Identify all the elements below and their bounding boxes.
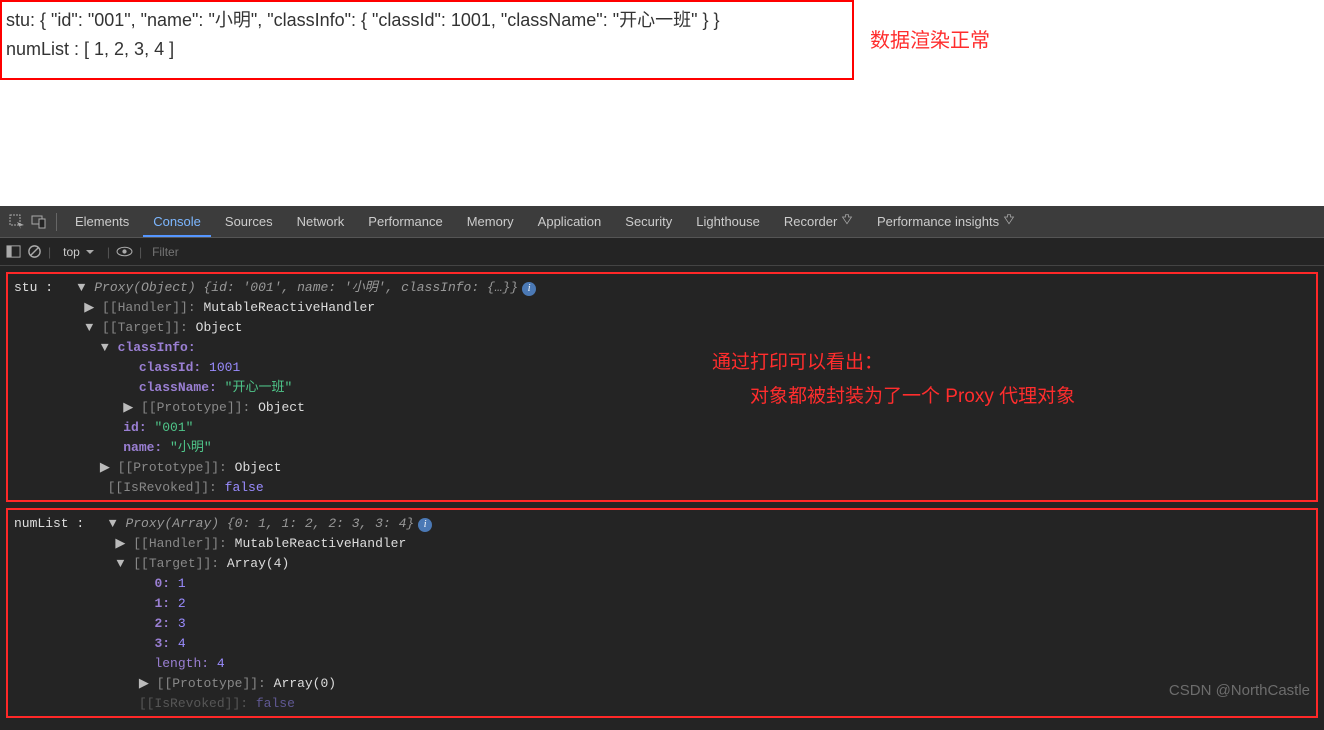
console-body: stu : ▼ Proxy(Object) {id: '001', name: …: [0, 266, 1324, 730]
page-output: stu: { "id": "001", "name": "小明", "class…: [0, 0, 854, 80]
toggle-sidebar-icon[interactable]: [6, 244, 21, 259]
info-icon[interactable]: i: [522, 282, 536, 296]
tab-security[interactable]: Security: [615, 206, 682, 237]
page-output-line1: stu: { "id": "001", "name": "小明", "class…: [6, 6, 848, 35]
separator: [56, 213, 57, 231]
inspect-icon[interactable]: [8, 213, 26, 231]
watermark: CSDN @NorthCastle: [1169, 682, 1310, 699]
console-entry-stu: stu : ▼ Proxy(Object) {id: '001', name: …: [6, 272, 1318, 502]
tab-elements[interactable]: Elements: [65, 206, 139, 237]
console-entry-numlist: numList : ▼ Proxy(Array) {0: 1, 1: 2, 2:…: [6, 508, 1318, 718]
tab-memory[interactable]: Memory: [457, 206, 524, 237]
tab-application[interactable]: Application: [528, 206, 612, 237]
annotation-render-ok: 数据渲染正常: [870, 24, 990, 53]
devtools-tabbar: Elements Console Sources Network Perform…: [0, 206, 1324, 238]
devtools-panel: Elements Console Sources Network Perform…: [0, 206, 1324, 709]
separator: |: [139, 245, 142, 259]
tab-network[interactable]: Network: [287, 206, 355, 237]
clear-console-icon[interactable]: [27, 244, 42, 259]
annotation-proxy-note: 通过打印可以看出： 对象都被封装为了一个 Proxy 代理对象: [712, 346, 1075, 414]
tab-sources[interactable]: Sources: [215, 206, 283, 237]
separator: |: [107, 245, 110, 259]
context-selector[interactable]: top: [57, 243, 101, 261]
tab-performance[interactable]: Performance: [358, 206, 452, 237]
separator: |: [48, 245, 51, 259]
console-filterbar: | top | |: [0, 238, 1324, 266]
live-expression-icon[interactable]: [116, 243, 133, 260]
filter-input[interactable]: [148, 243, 548, 261]
device-toolbar-icon[interactable]: [30, 213, 48, 231]
tab-recorder[interactable]: Recorder: [774, 206, 863, 237]
info-icon[interactable]: i: [418, 518, 432, 532]
page-output-line2: numList : [ 1, 2, 3, 4 ]: [6, 35, 848, 64]
tab-console[interactable]: Console: [143, 206, 211, 237]
tab-lighthouse[interactable]: Lighthouse: [686, 206, 770, 237]
tab-performance-insights[interactable]: Performance insights: [867, 206, 1025, 237]
